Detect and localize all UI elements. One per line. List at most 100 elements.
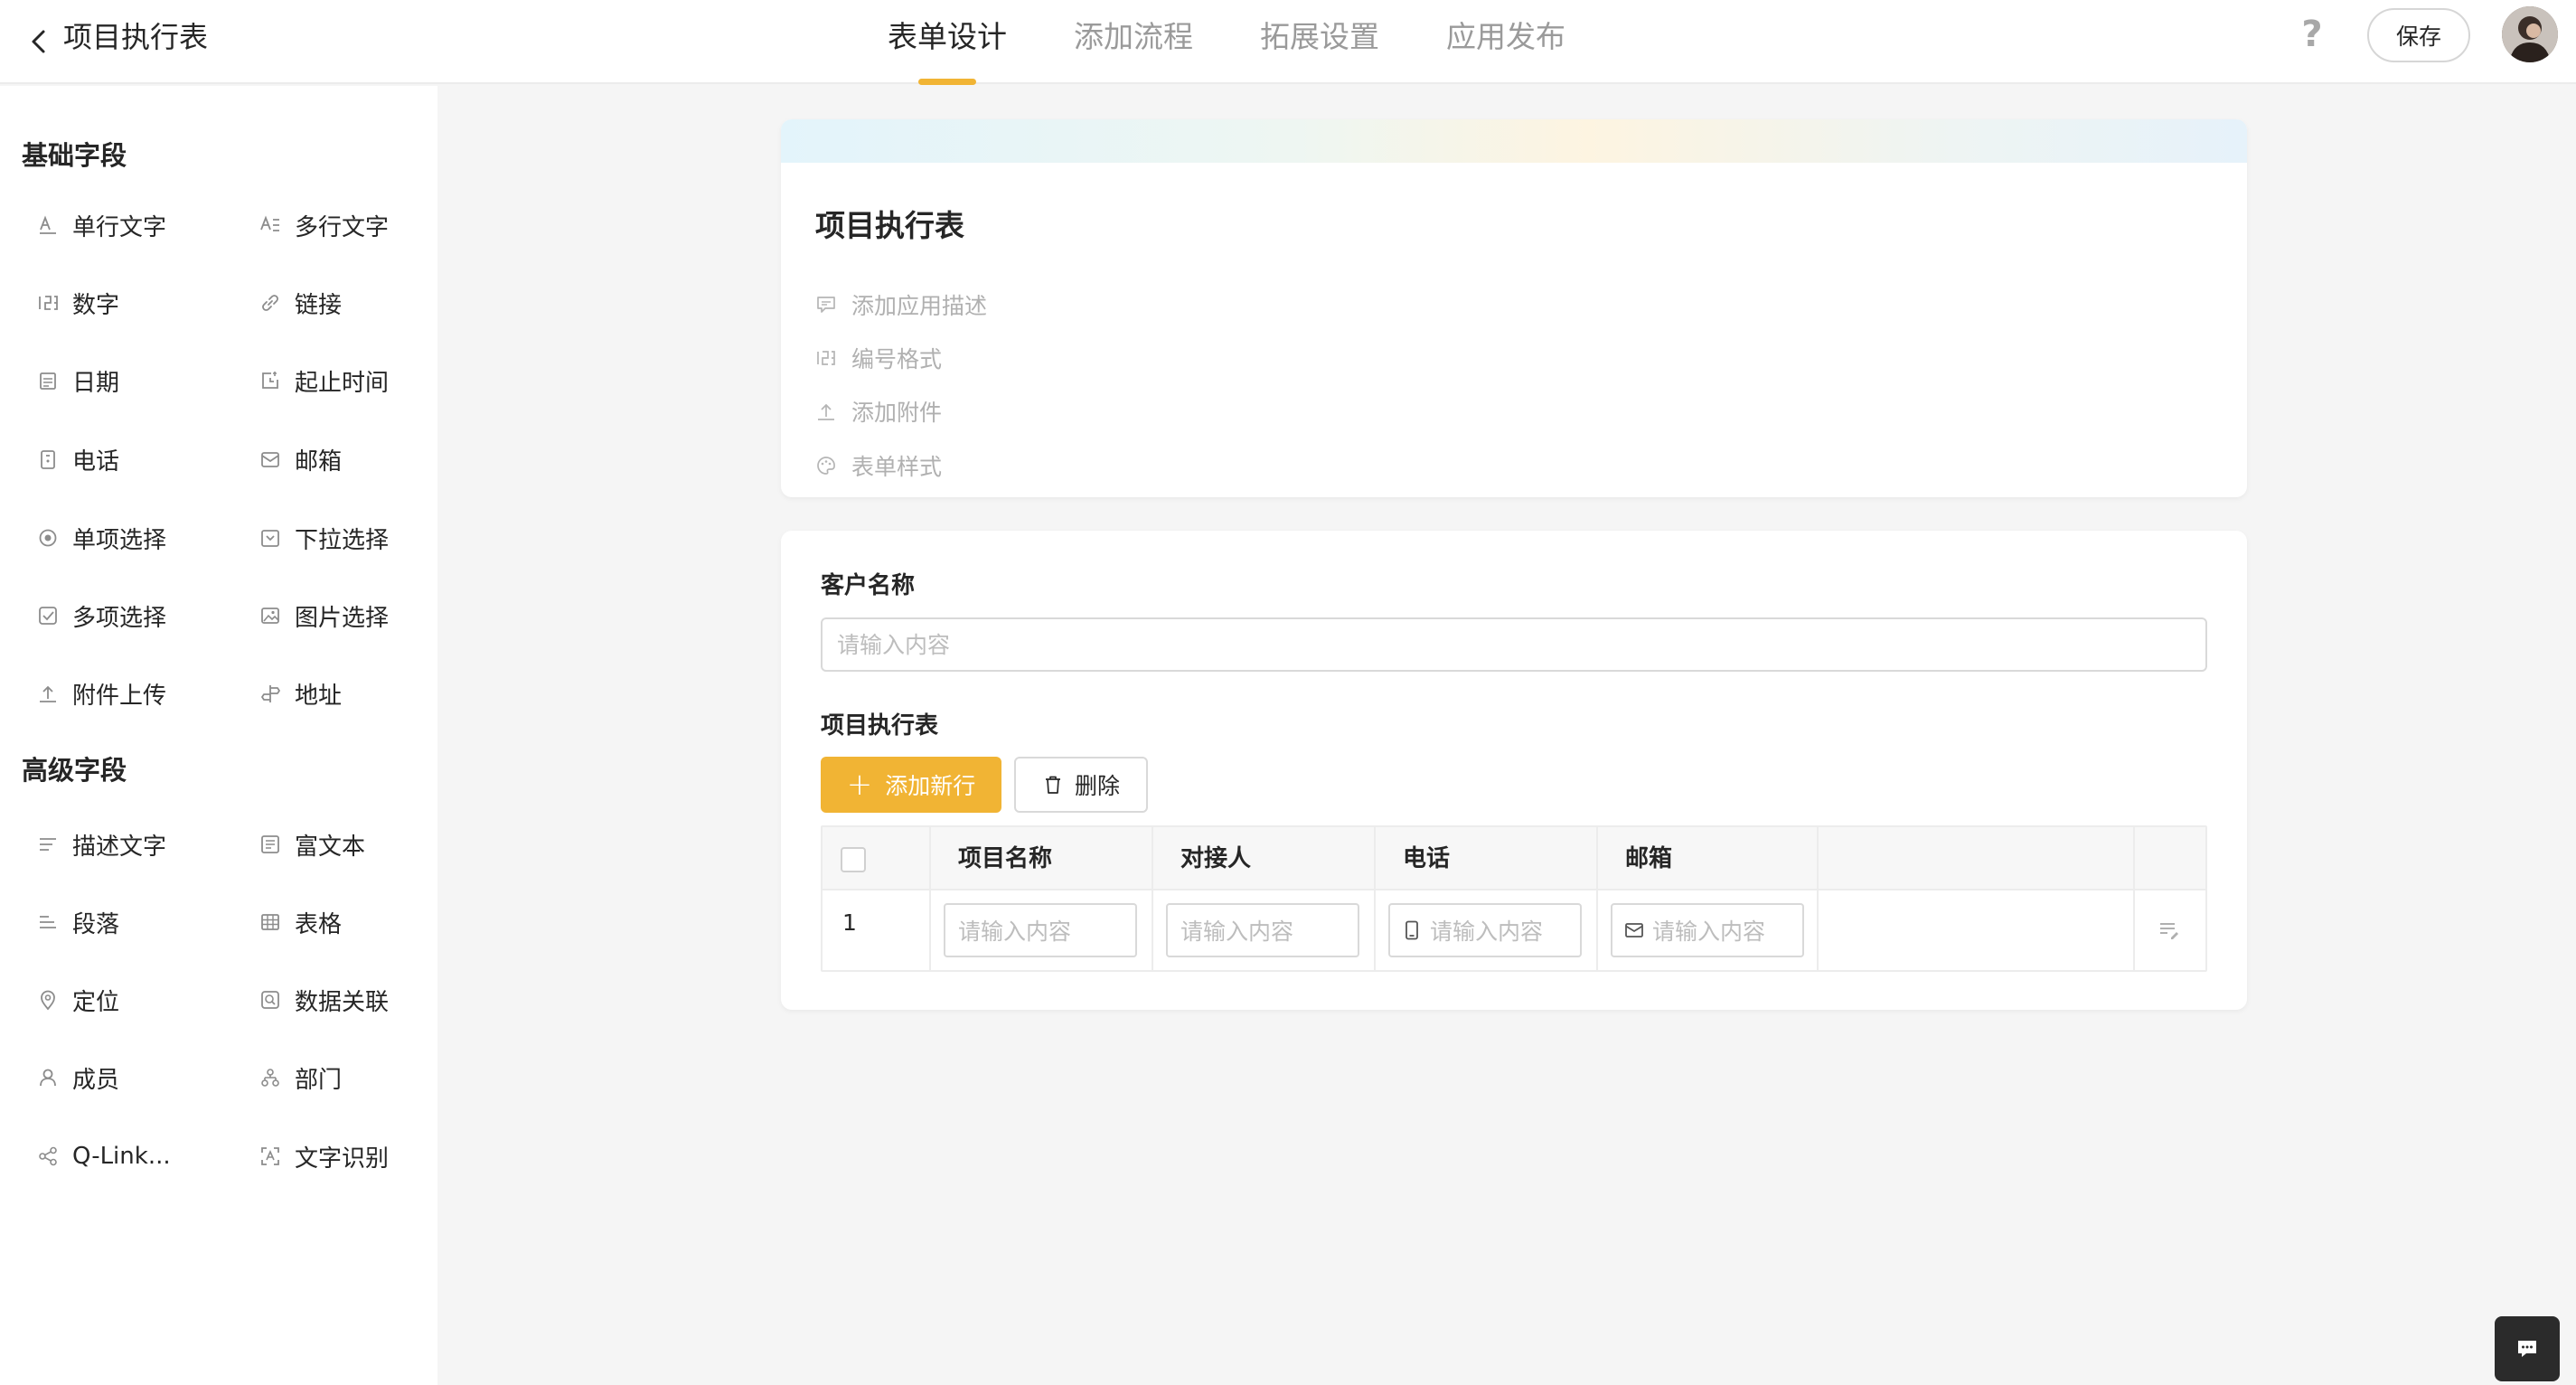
rich-text-icon bbox=[261, 835, 279, 853]
save-button[interactable]: 保存 bbox=[2367, 8, 2470, 62]
field-member[interactable]: 成员 bbox=[36, 1057, 119, 1098]
column-divider bbox=[1374, 827, 1376, 970]
field-data-link[interactable]: 数据关联 bbox=[259, 979, 389, 1021]
field-label: 段落 bbox=[72, 910, 120, 938]
radio-icon bbox=[39, 529, 57, 547]
top-bar: 项目执行表 表单设计 添加流程 拓展设置 应用发布 ? 保存 bbox=[0, 0, 2576, 85]
tab-add-process[interactable]: 添加流程 bbox=[1072, 0, 1195, 84]
placeholder-text: 请输入内容 bbox=[958, 919, 1072, 945]
add-row-button[interactable]: + 添加新行 bbox=[821, 757, 1001, 813]
location-icon bbox=[41, 990, 55, 1011]
row-index: 1 bbox=[842, 909, 857, 936]
chat-icon bbox=[2518, 1341, 2536, 1357]
field-description[interactable]: 描述文字 bbox=[36, 824, 166, 865]
field-label: 文字识别 bbox=[295, 1145, 390, 1173]
form-style-option[interactable]: 表单样式 bbox=[815, 448, 942, 484]
select-all-checkbox[interactable] bbox=[841, 847, 866, 872]
field-label: 起止时间 bbox=[295, 369, 390, 397]
add-attachment-option[interactable]: 添加附件 bbox=[815, 393, 942, 429]
column-divider bbox=[1817, 827, 1819, 970]
field-rich-text[interactable]: 富文本 bbox=[259, 824, 365, 865]
placeholder-text: 请输入内容 bbox=[1430, 919, 1544, 945]
field-location[interactable]: 定位 bbox=[36, 979, 119, 1021]
plus-icon: + bbox=[846, 767, 873, 803]
share-icon bbox=[39, 1146, 57, 1166]
field-label: 部门 bbox=[295, 1066, 343, 1094]
number-icon bbox=[39, 296, 58, 310]
tab-label: 拓展设置 bbox=[1260, 19, 1379, 54]
delete-button[interactable]: 删除 bbox=[1014, 757, 1148, 813]
back-icon[interactable] bbox=[22, 24, 58, 60]
upload-icon bbox=[40, 685, 56, 702]
add-description-option[interactable]: 添加应用描述 bbox=[815, 287, 987, 323]
field-q-link[interactable]: Q-Link... bbox=[36, 1135, 171, 1177]
field-phone[interactable]: 电话 bbox=[36, 438, 119, 480]
field-mail[interactable]: 邮箱 bbox=[259, 438, 342, 480]
ocr-icon bbox=[261, 1147, 279, 1165]
image-icon bbox=[261, 608, 279, 624]
field-label: 邮箱 bbox=[295, 448, 343, 476]
field-table[interactable]: 表格 bbox=[259, 901, 342, 943]
tab-app-publish[interactable]: 应用发布 bbox=[1444, 0, 1567, 84]
number-format-option[interactable]: 编号格式 bbox=[815, 340, 942, 376]
field-image[interactable]: 图片选择 bbox=[259, 595, 389, 636]
chat-button[interactable] bbox=[2495, 1316, 2560, 1381]
field-label: 链接 bbox=[295, 291, 343, 319]
field-label: 描述文字 bbox=[72, 833, 167, 861]
field-number[interactable]: 数字 bbox=[36, 282, 119, 324]
comment-icon bbox=[817, 297, 835, 313]
member-icon bbox=[40, 1069, 56, 1087]
column-header-phone: 电话 bbox=[1403, 845, 1451, 872]
field-label: 图片选择 bbox=[295, 604, 390, 632]
option-label: 表单样式 bbox=[851, 454, 943, 480]
tab-label: 添加流程 bbox=[1074, 19, 1193, 54]
delete-label: 删除 bbox=[1074, 773, 1120, 799]
field-radio[interactable]: 单项选择 bbox=[36, 517, 166, 559]
field-single-line-text[interactable]: 单行文字 bbox=[36, 204, 166, 246]
field-time-range[interactable]: 起止时间 bbox=[259, 360, 389, 401]
project-name-cell-input[interactable]: 请输入内容 bbox=[944, 903, 1137, 957]
tab-label: 应用发布 bbox=[1446, 19, 1565, 54]
option-label: 添加附件 bbox=[851, 400, 943, 426]
field-link[interactable]: 链接 bbox=[259, 282, 342, 324]
form-header-card: 项目执行表 添加应用描述 编号格式 添加附件 表单样式 bbox=[781, 119, 2247, 497]
checkbox-icon bbox=[39, 607, 57, 625]
field-dropdown[interactable]: 下拉选择 bbox=[259, 517, 389, 559]
field-label: Q-Link... bbox=[72, 1143, 171, 1170]
field-label: 定位 bbox=[72, 988, 120, 1016]
field-date[interactable]: 日期 bbox=[36, 360, 119, 401]
column-header-email: 邮箱 bbox=[1625, 845, 1673, 872]
field-multi-line-text[interactable]: 多行文字 bbox=[259, 204, 389, 246]
option-label: 添加应用描述 bbox=[851, 293, 988, 319]
field-label: 多行文字 bbox=[295, 213, 390, 241]
customer-name-label: 客户名称 bbox=[821, 572, 916, 599]
phone-icon bbox=[41, 450, 55, 469]
contact-cell-input[interactable]: 请输入内容 bbox=[1166, 903, 1359, 957]
field-label: 成员 bbox=[72, 1066, 120, 1094]
field-address[interactable]: 地址 bbox=[259, 673, 342, 714]
email-cell-input[interactable]: 请输入内容 bbox=[1611, 903, 1804, 957]
form-title[interactable]: 项目执行表 bbox=[815, 206, 964, 246]
field-checkbox[interactable]: 多项选择 bbox=[36, 595, 166, 636]
customer-name-input[interactable] bbox=[821, 617, 2207, 672]
tab-label: 表单设计 bbox=[888, 19, 1007, 54]
mail-icon bbox=[261, 452, 279, 467]
help-icon[interactable]: ? bbox=[2294, 13, 2330, 56]
mobile-phone-icon bbox=[1406, 920, 1418, 940]
tab-extension-settings[interactable]: 拓展设置 bbox=[1258, 0, 1381, 84]
field-label: 数字 bbox=[72, 291, 120, 319]
row-edit-icon[interactable] bbox=[2157, 918, 2182, 943]
field-label: 表格 bbox=[295, 910, 343, 938]
phone-cell-input[interactable]: 请输入内容 bbox=[1388, 903, 1582, 957]
tab-form-design[interactable]: 表单设计 bbox=[886, 0, 1009, 85]
column-header-project-name: 项目名称 bbox=[958, 845, 1053, 872]
field-upload[interactable]: 附件上传 bbox=[36, 673, 166, 714]
active-tab-indicator bbox=[918, 79, 976, 85]
field-label: 多项选择 bbox=[72, 604, 167, 632]
avatar[interactable] bbox=[2502, 6, 2558, 62]
field-department[interactable]: 部门 bbox=[259, 1057, 342, 1098]
field-ocr[interactable]: 文字识别 bbox=[259, 1135, 389, 1177]
column-divider bbox=[2133, 827, 2135, 970]
form-body-card: 客户名称 项目执行表 + 添加新行 删除 项目名称 对接人 电话 邮箱 1 请输… bbox=[781, 531, 2247, 1010]
field-paragraph[interactable]: 段落 bbox=[36, 901, 119, 943]
